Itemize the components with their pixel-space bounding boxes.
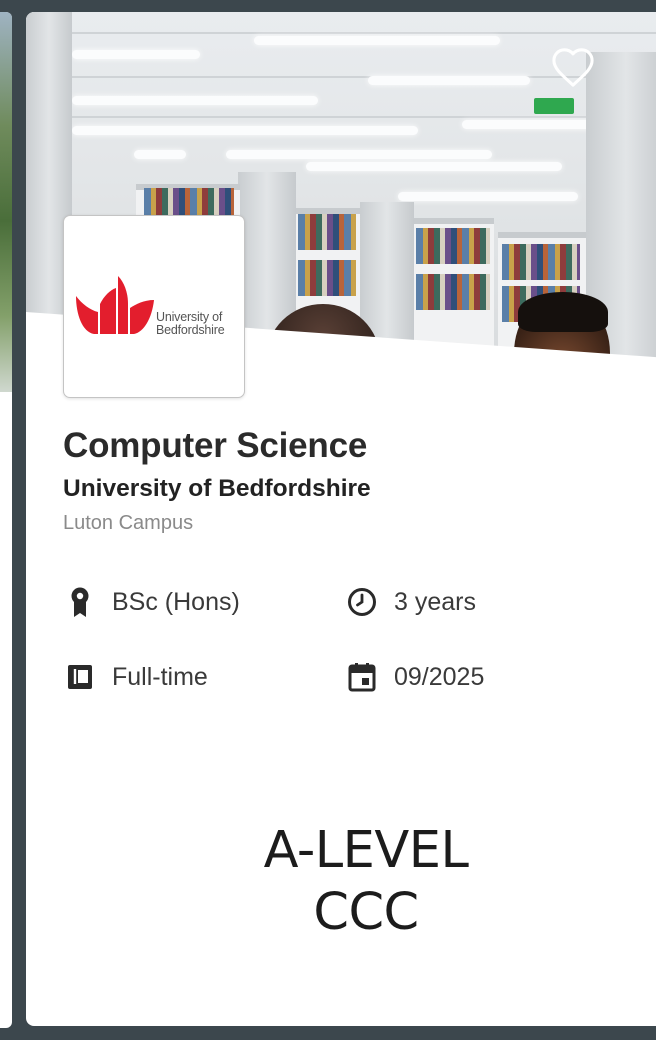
course-title[interactable]: Computer Science <box>63 426 367 466</box>
previous-card-photo <box>0 12 12 392</box>
entry-qualification: A-LEVEL <box>263 821 469 880</box>
course-card[interactable]: University of Bedfordshire Computer Scie… <box>26 12 656 1026</box>
course-carousel: University of Bedfordshire Computer Scie… <box>0 0 656 1040</box>
entry-requirements: A-LEVEL CCC <box>26 820 656 944</box>
award-detail: BSc (Hons) <box>64 586 240 618</box>
duration-value: 3 years <box>394 587 476 616</box>
university-name: University of Bedfordshire <box>63 475 371 502</box>
heart-outline-icon <box>552 48 594 87</box>
study-mode-value: Full-time <box>112 662 208 691</box>
study-mode-detail: Full-time <box>64 661 208 693</box>
clock-icon <box>346 586 378 618</box>
favourite-button[interactable] <box>548 44 598 90</box>
award-ribbon-icon <box>64 586 96 618</box>
entry-grades: CCC <box>313 883 419 942</box>
duration-detail: 3 years <box>346 586 476 618</box>
start-date-detail: 09/2025 <box>346 661 484 693</box>
university-logo-mark <box>76 276 154 334</box>
campus-name: Luton Campus <box>63 512 194 534</box>
award-value: BSc (Hons) <box>112 587 240 616</box>
start-date-value: 09/2025 <box>394 662 485 691</box>
calendar-icon <box>346 661 378 693</box>
university-logo-wordmark: University of Bedfordshire <box>156 310 225 337</box>
book-icon <box>64 661 96 693</box>
previous-course-card[interactable] <box>0 12 12 1028</box>
university-logo: University of Bedfordshire <box>63 215 245 398</box>
